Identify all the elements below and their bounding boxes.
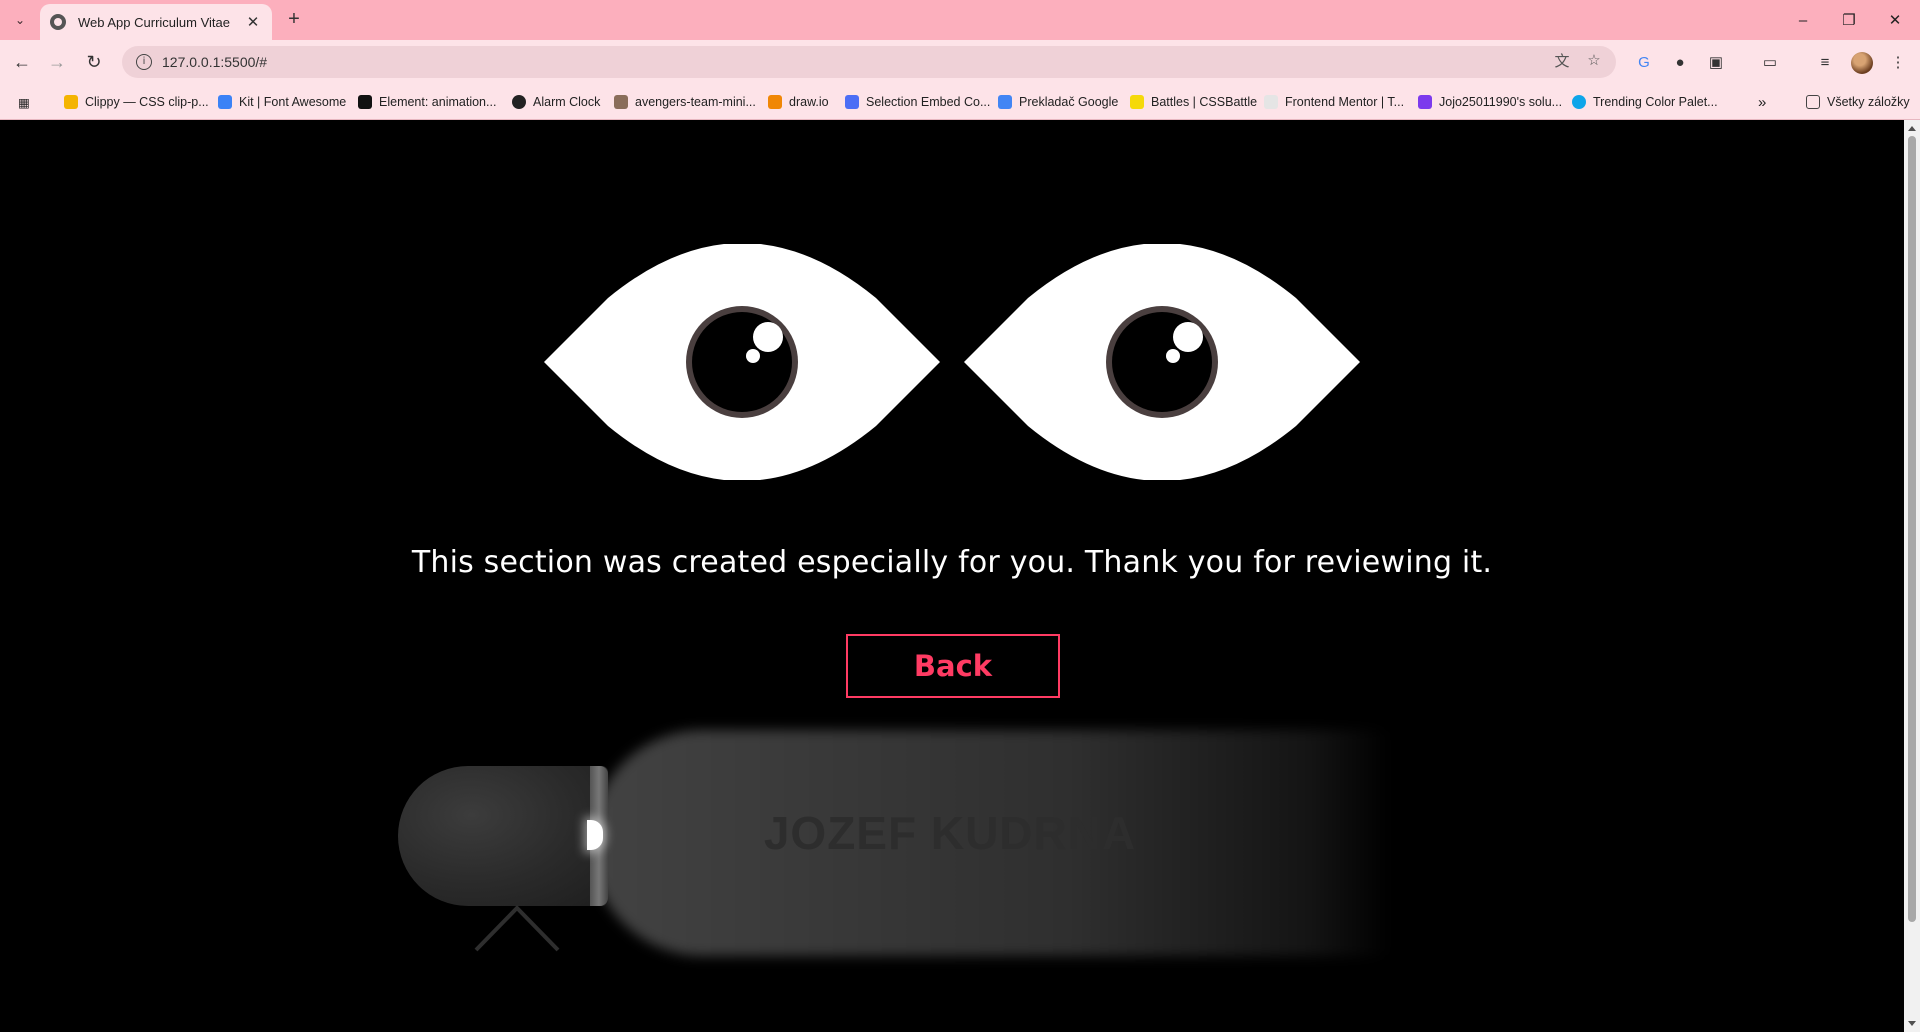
media-queue-icon[interactable]: ≡ [1811,48,1839,76]
close-tab-icon[interactable]: ✕ [244,13,262,31]
bookmark-favicon-icon [218,95,232,109]
profile-avatar[interactable] [1851,52,1873,74]
bookmark-item[interactable]: draw.io [768,92,829,112]
extensions-puzzle-icon[interactable]: ▣ [1702,48,1730,76]
tab-active[interactable]: Web App Curriculum Vitae ✕ [40,4,272,40]
bookmark-favicon-icon [614,95,628,109]
bookmark-label: Battles | CSSBattle [1151,95,1258,109]
url-text: 127.0.0.1:5500/# [162,54,268,70]
all-bookmarks-folder[interactable]: Všetky záložky [1806,92,1910,112]
more-bookmarks-chevron-icon[interactable]: » [1758,92,1766,112]
bookmark-item[interactable]: Clippy — CSS clip-p... [64,92,209,112]
bookmark-favicon-icon [64,95,78,109]
forward-arrow-icon[interactable]: → [43,48,71,76]
bookmark-item[interactable]: Element: animation... [358,92,496,112]
bookmark-favicon-icon [1130,95,1144,109]
tab-bar: ⌄ Web App Curriculum Vitae ✕ + – ❐ ✕ [0,0,1920,40]
scroll-up-arrow-icon[interactable] [1908,126,1916,131]
page-scrollbar[interactable] [1904,120,1920,1032]
bookmark-item[interactable]: Frontend Mentor | T... [1264,92,1404,112]
globe-icon [50,14,66,30]
bookmark-favicon-icon [358,95,372,109]
folder-icon [1806,95,1820,109]
bookmark-favicon-icon [1572,95,1586,109]
flashlight-name-text: JOZEF KUDRNA [763,807,1137,859]
all-bookmarks-label: Všetky záložky [1827,95,1910,109]
bookmark-item[interactable]: Prekladač Google [998,92,1118,112]
bookmark-item[interactable]: avengers-team-mini... [614,92,756,112]
bookmark-label: Alarm Clock [533,95,601,109]
scroll-down-arrow-icon[interactable] [1908,1021,1916,1026]
address-bar[interactable]: i 127.0.0.1:5500/# [122,46,1616,78]
bookmark-favicon-icon [1264,95,1278,109]
bookmark-label: Prekladač Google [1019,95,1119,109]
bookmark-label: Kit | Font Awesome [239,95,347,109]
bookmark-label: Trending Color Palet... [1593,95,1718,109]
bookmark-item[interactable]: Selection Embed Co... [845,92,990,112]
bookmark-item[interactable]: Alarm Clock [512,92,600,112]
thank-you-message: This section was created especially for … [411,545,1493,580]
flashlight-body [398,766,608,906]
bookmark-favicon-icon [512,95,526,109]
translate-icon[interactable]: 文 [1550,48,1574,72]
new-tab-plus-icon[interactable]: + [282,8,306,32]
bookmark-label: Selection Embed Co... [866,95,991,109]
bookmark-item[interactable]: Trending Color Palet... [1572,92,1718,112]
browser-chrome: ⌄ Web App Curriculum Vitae ✕ + – ❐ ✕ ← →… [0,0,1920,120]
tab-title: Web App Curriculum Vitae [78,14,230,30]
reload-icon[interactable]: ↻ [80,48,108,76]
bookmark-favicon-icon [845,95,859,109]
bookmark-label: Jojo25011990's solu... [1439,95,1563,109]
back-button[interactable]: Back [846,634,1060,698]
site-info-icon[interactable]: i [136,54,152,70]
bookmark-label: Element: animation... [379,95,497,109]
page-content: This section was created especially for … [0,120,1904,1032]
bookmarks-bar: ▦ Clippy — CSS clip-p... Kit | Font Awes… [0,84,1920,120]
bookmark-label: Clippy — CSS clip-p... [85,95,209,109]
bookmark-item[interactable]: Kit | Font Awesome [218,92,346,112]
restore-icon[interactable]: ❐ [1826,0,1872,40]
menu-kebab-icon[interactable]: ⋮ [1884,48,1912,76]
bookmark-label: draw.io [789,95,829,109]
back-arrow-icon[interactable]: ← [8,48,36,76]
bookmark-favicon-icon [1418,95,1432,109]
extension-circle-icon[interactable]: ● [1666,48,1694,76]
apps-grid-icon[interactable]: ▦ [18,92,30,112]
bookmark-favicon-icon [768,95,782,109]
scroll-thumb[interactable] [1908,136,1916,922]
bookmark-item[interactable]: Battles | CSSBattle [1130,92,1257,112]
flashlight-stand-icon [474,905,560,952]
reading-mode-icon[interactable]: ▭ [1756,48,1784,76]
star-bookmark-icon[interactable]: ☆ [1582,48,1606,72]
tab-search-chevron-icon[interactable]: ⌄ [8,8,32,32]
google-translate-extension-icon[interactable]: G [1630,48,1658,76]
right-eye-icon [964,244,1360,480]
bookmark-label: Frontend Mentor | T... [1285,95,1405,109]
bookmark-favicon-icon [998,95,1012,109]
bookmark-label: avengers-team-mini... [635,95,756,109]
minimize-icon[interactable]: – [1780,0,1826,40]
close-window-icon[interactable]: ✕ [1872,0,1918,40]
left-eye-icon [544,244,940,480]
bookmark-item[interactable]: Jojo25011990's solu... [1418,92,1562,112]
